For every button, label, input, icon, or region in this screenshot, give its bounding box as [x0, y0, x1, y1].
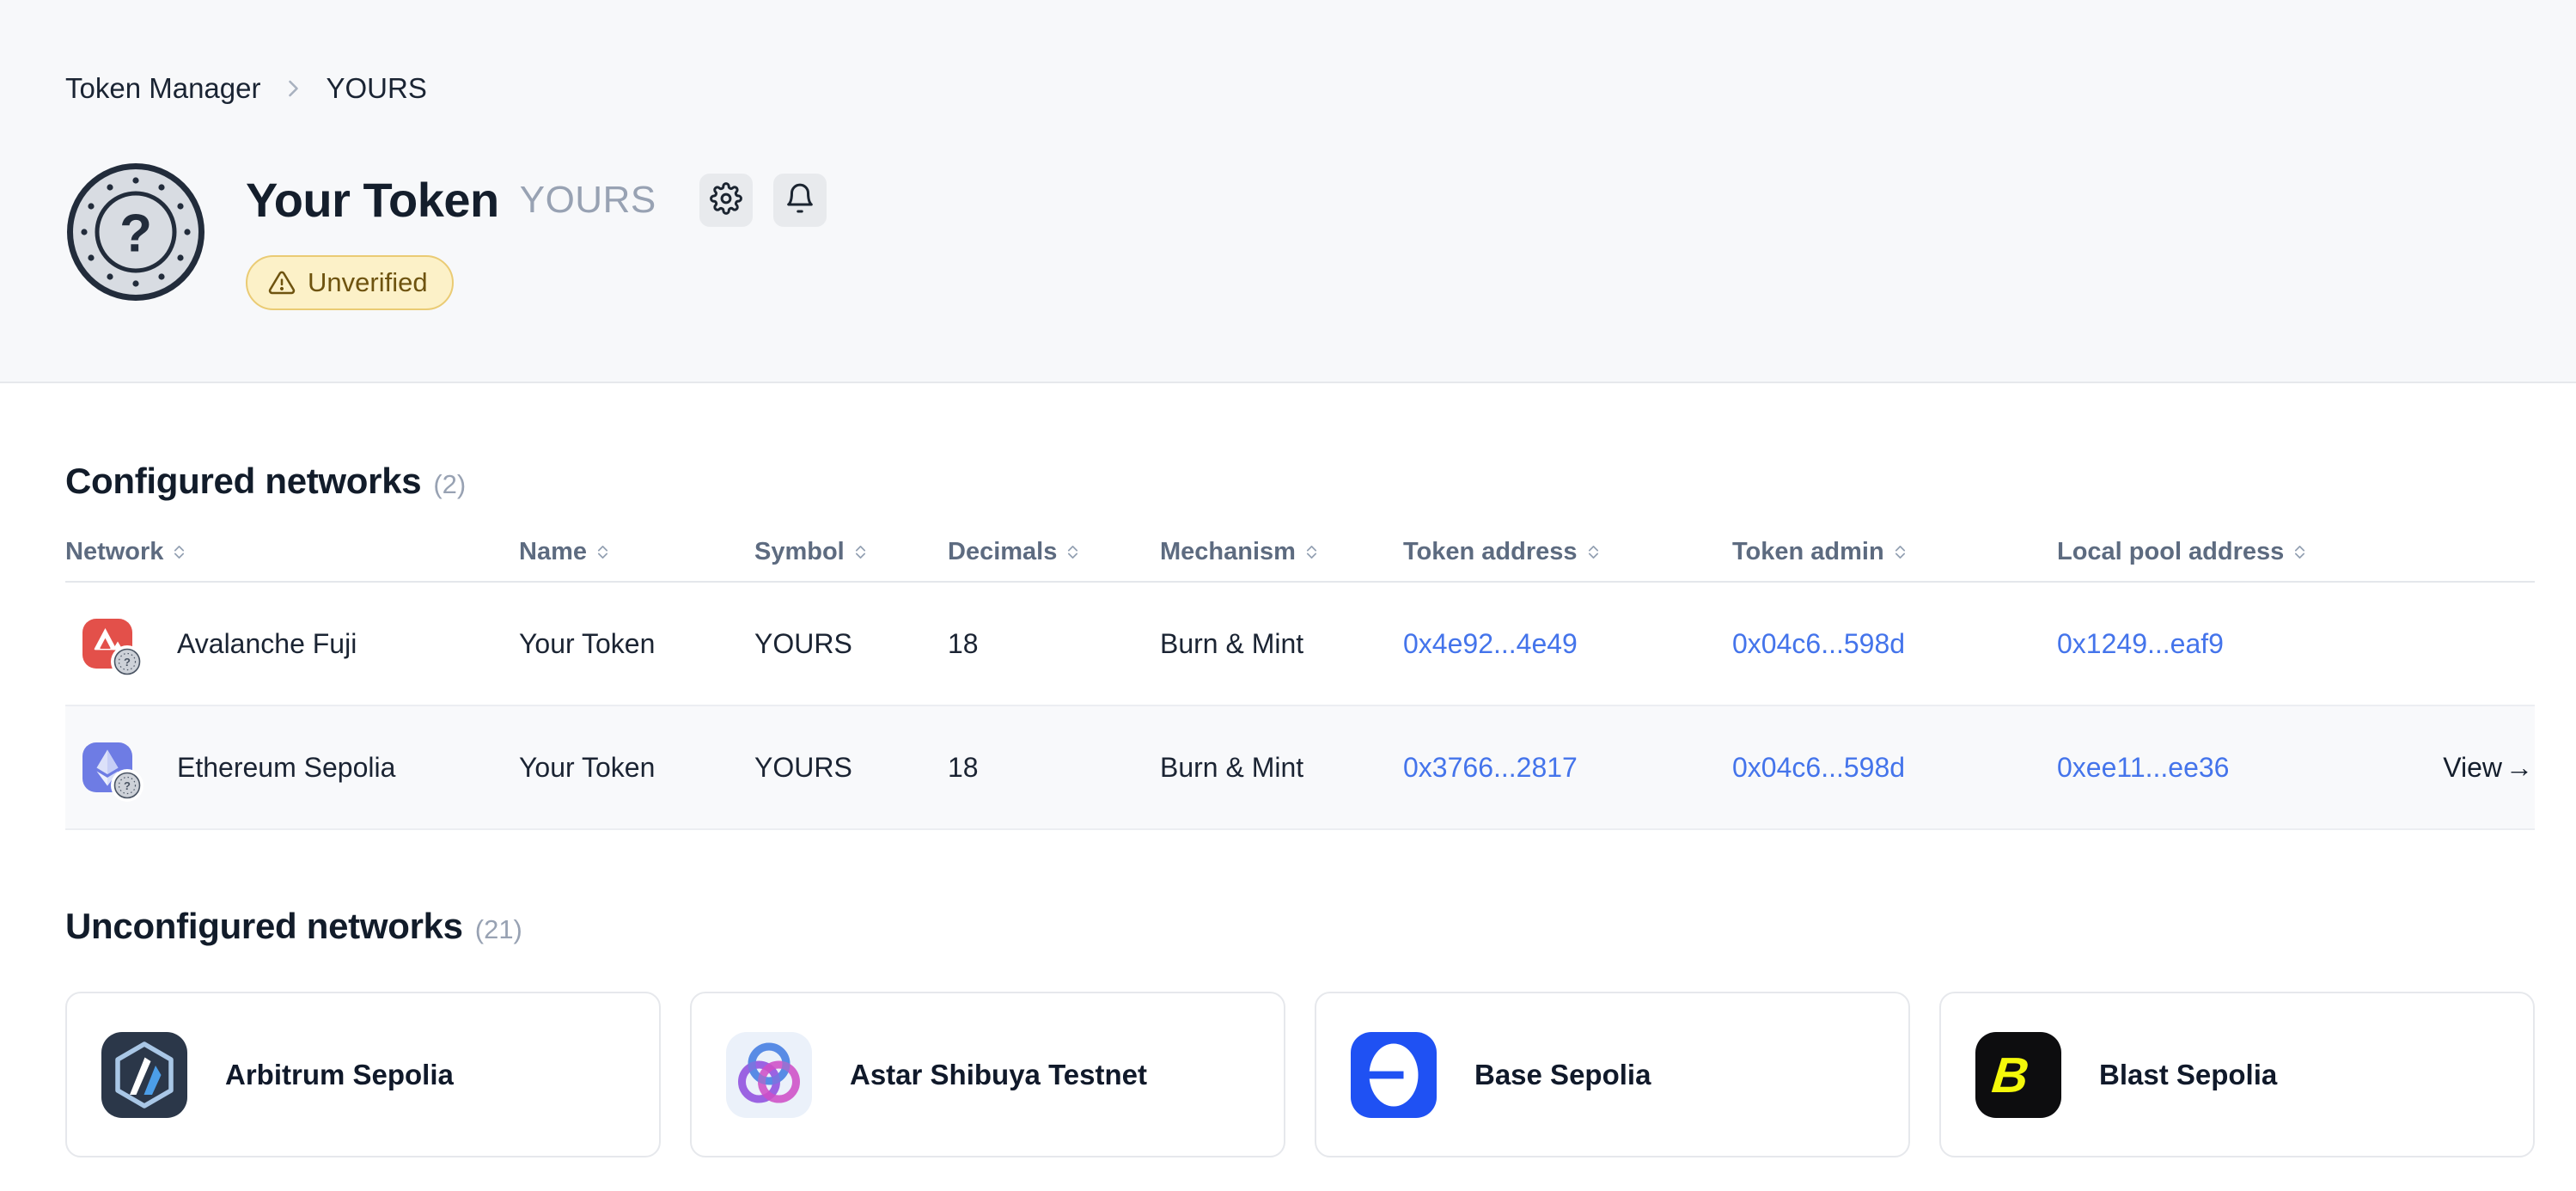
unknown-token-mini-badge: ? — [110, 644, 144, 679]
cell-decimals: 18 — [948, 752, 1160, 784]
unconfigured-networks-heading: Unconfigured networks (21) — [65, 830, 2535, 947]
base-network-icon — [1351, 1032, 1437, 1118]
network-card-label: Base Sepolia — [1474, 1059, 1651, 1091]
sort-icon — [853, 545, 868, 559]
avalanche-network-icon: ? — [82, 619, 132, 669]
token-symbol: YOURS — [520, 179, 656, 222]
token-address-link[interactable]: 0x3766...2817 — [1403, 752, 1732, 784]
configured-networks-table: Network Name Symbol Decimals Mechanism T… — [65, 522, 2535, 830]
unknown-token-mini-badge: ? — [110, 768, 144, 803]
token-admin-link[interactable]: 0x04c6...598d — [1732, 752, 2057, 784]
network-card-label: Arbitrum Sepolia — [225, 1059, 454, 1091]
sort-icon — [1586, 545, 1601, 559]
column-header-network[interactable]: Network — [65, 538, 519, 566]
sort-icon — [1304, 545, 1319, 559]
network-card-astar-shibuya[interactable]: Astar Shibuya Testnet — [690, 992, 1285, 1157]
breadcrumb-token-manager-link[interactable]: Token Manager — [65, 72, 260, 105]
token-address-link[interactable]: 0x4e92...4e49 — [1403, 628, 1732, 660]
cell-mechanism: Burn & Mint — [1160, 752, 1403, 784]
local-pool-address-link[interactable]: 0xee11...ee36 — [2057, 752, 2426, 784]
svg-text:?: ? — [119, 205, 152, 264]
sort-icon — [1893, 545, 1908, 559]
column-header-name[interactable]: Name — [519, 538, 754, 566]
settings-button[interactable] — [699, 174, 753, 227]
cell-mechanism: Burn & Mint — [1160, 628, 1403, 660]
status-badge-unverified: Unverified — [246, 255, 454, 310]
network-card-arbitrum-sepolia[interactable]: Arbitrum Sepolia — [65, 992, 661, 1157]
column-header-local-pool-address[interactable]: Local pool address — [2057, 538, 2426, 566]
section-count: (21) — [475, 914, 522, 944]
token-avatar: ? — [65, 162, 206, 302]
chevron-right-icon — [281, 76, 305, 101]
cell-symbol: YOURS — [754, 752, 948, 784]
sort-icon — [2292, 545, 2307, 559]
cell-symbol: YOURS — [754, 628, 948, 660]
network-card-label: Astar Shibuya Testnet — [850, 1059, 1147, 1091]
main-content: Configured networks (2) Network Name Symb… — [0, 383, 2576, 1169]
unknown-token-coin-icon: ? — [65, 162, 206, 302]
gear-icon — [710, 182, 742, 217]
view-link[interactable]: View → — [2426, 752, 2535, 784]
svg-text:?: ? — [124, 779, 131, 792]
page-title: Your Token — [246, 172, 499, 228]
ethereum-network-icon: ? — [82, 742, 132, 792]
network-name: Avalanche Fuji — [177, 628, 357, 660]
section-title: Unconfigured networks — [65, 906, 463, 946]
token-admin-link[interactable]: 0x04c6...598d — [1732, 628, 2057, 660]
network-name: Ethereum Sepolia — [177, 752, 395, 784]
table-row-ethereum-sepolia[interactable]: ? Ethereum Sepolia Your Token YOURS 18 B… — [65, 706, 2535, 830]
cell-decimals: 18 — [948, 628, 1160, 660]
token-header: ? Your Token YOURS — [65, 162, 2511, 310]
column-header-symbol[interactable]: Symbol — [754, 538, 948, 566]
cell-name: Your Token — [519, 628, 754, 660]
bell-icon — [784, 182, 816, 217]
breadcrumb-current: YOURS — [326, 72, 426, 105]
section-count: (2) — [433, 469, 466, 499]
sort-icon — [1065, 545, 1080, 559]
cell-name: Your Token — [519, 752, 754, 784]
page-header-band: Token Manager YOURS ? — [0, 0, 2576, 383]
network-card-label: Blast Sepolia — [2099, 1059, 2277, 1091]
local-pool-address-link[interactable]: 0x1249...eaf9 — [2057, 628, 2426, 660]
blast-network-icon: B — [1975, 1032, 2061, 1118]
sort-icon — [595, 545, 610, 559]
configured-networks-heading: Configured networks (2) — [65, 383, 2535, 502]
section-title: Configured networks — [65, 461, 421, 501]
astar-network-icon — [726, 1032, 812, 1118]
network-card-blast-sepolia[interactable]: B Blast Sepolia — [1939, 992, 2535, 1157]
column-header-token-admin[interactable]: Token admin — [1732, 538, 2057, 566]
svg-text:B: B — [1989, 1047, 2031, 1103]
column-header-token-address[interactable]: Token address — [1403, 538, 1732, 566]
network-card-base-sepolia[interactable]: Base Sepolia — [1315, 992, 1910, 1157]
status-badge-label: Unverified — [308, 267, 428, 298]
column-header-mechanism[interactable]: Mechanism — [1160, 538, 1403, 566]
unconfigured-networks-grid: Arbitrum Sepolia Astar Shibuya Testnet — [65, 992, 2535, 1169]
arrow-right-icon: → — [2506, 752, 2533, 784]
breadcrumb: Token Manager YOURS — [65, 72, 2511, 105]
notifications-button[interactable] — [773, 174, 827, 227]
arbitrum-network-icon — [101, 1032, 187, 1118]
svg-text:?: ? — [124, 656, 131, 669]
sort-icon — [172, 545, 186, 559]
table-header-row: Network Name Symbol Decimals Mechanism T… — [65, 522, 2535, 583]
column-header-decimals[interactable]: Decimals — [948, 538, 1160, 566]
table-row-avalanche-fuji[interactable]: ? Avalanche Fuji Your Token YOURS 18 Bur… — [65, 583, 2535, 706]
warning-icon — [268, 269, 296, 296]
